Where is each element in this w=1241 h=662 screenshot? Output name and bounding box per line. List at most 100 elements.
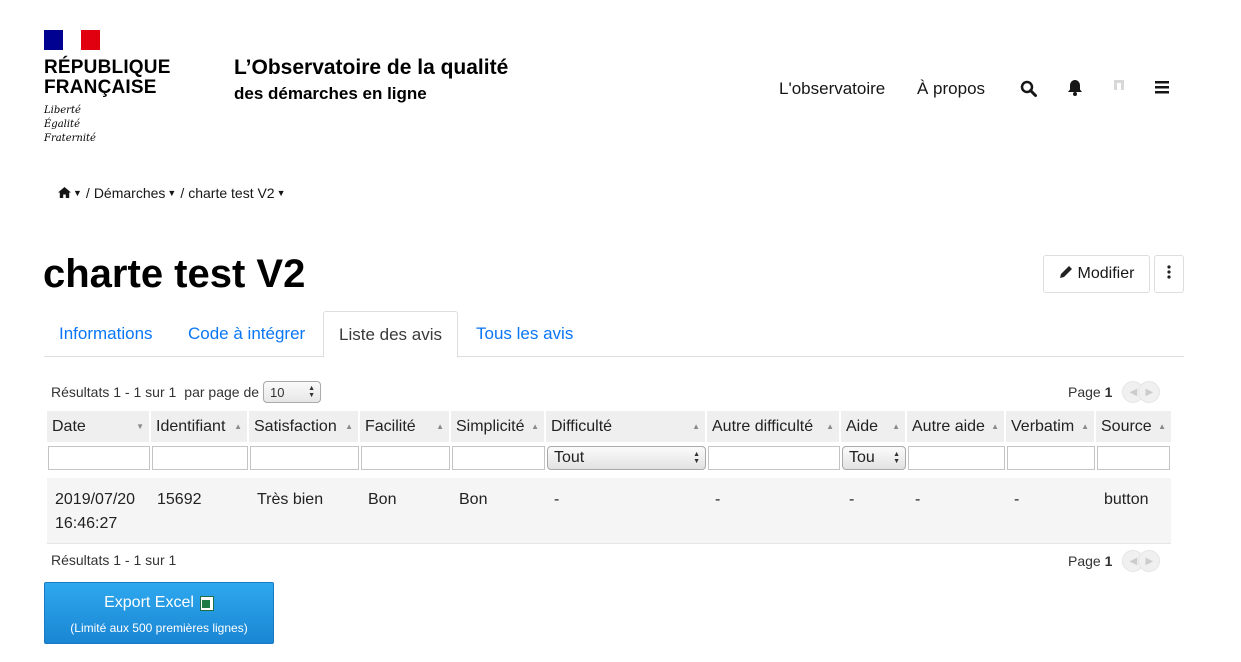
column-label: Satisfaction [254, 417, 337, 435]
sort-icon: ▲ [1158, 422, 1166, 431]
column-label: Autre aide [912, 417, 985, 435]
breadcrumb-current[interactable]: charte test V2 ▼ [188, 185, 285, 201]
breadcrumb-separator: / [180, 185, 185, 201]
search-icon[interactable] [1020, 80, 1038, 98]
sort-icon: ▲ [436, 422, 444, 431]
table-row[interactable]: 2019/07/20 16:46:27 15692 Très bien Bon … [47, 478, 1171, 544]
per-page-label: par page de [184, 384, 260, 400]
vertical-dots-icon [1167, 264, 1171, 284]
column-header-simplicite[interactable]: Simplicité ▲ [451, 411, 546, 442]
filter-autre-aide-input[interactable] [908, 446, 1005, 470]
filter-simplicite-input[interactable] [452, 446, 545, 470]
filter-row: Tout ▲ ▼ Tou ▲ ▼ [47, 442, 1171, 474]
tab-informations[interactable]: Informations [44, 311, 168, 357]
results-summary-bottom: Résultats 1 - 1 sur 1 [51, 552, 176, 568]
government-logo[interactable]: RÉPUBLIQUE FRANÇAISE Liberté Égalité Fra… [44, 30, 171, 146]
next-page-button[interactable]: ▶ [1138, 381, 1161, 403]
sort-icon: ▲ [892, 422, 900, 431]
pagination-top: Page 1 ◀ ▶ [1068, 381, 1161, 403]
tab-code-a-integrer[interactable]: Code à intégrer [173, 311, 320, 357]
sort-icon: ▼ [136, 422, 144, 431]
motto-egalite: Égalité [44, 119, 80, 130]
cell-facilite: Bon [368, 491, 397, 508]
modifier-button[interactable]: Modifier [1043, 255, 1150, 293]
tab-bar: Informations Code à intégrer Liste des a… [44, 311, 1184, 358]
table-header: Date ▼ Identifiant ▲ Satisfaction ▲ Facilit… [47, 411, 1171, 442]
excel-icon [199, 595, 214, 611]
column-header-identifiant[interactable]: Identifiant ▲ [151, 411, 249, 442]
column-header-difficulte[interactable]: Difficulté ▲ [546, 411, 707, 442]
nav-observatoire[interactable]: L'observatoire [779, 79, 885, 99]
sort-icon: ▲ [531, 422, 539, 431]
filter-date-input[interactable] [48, 446, 150, 470]
column-label: Verbatim [1011, 417, 1075, 435]
motto-liberte: Liberté [44, 105, 81, 116]
breadcrumb-demarches-label: Démarches [93, 185, 166, 201]
select-arrows-icon: ▲ ▼ [308, 385, 316, 399]
column-header-aide[interactable]: Aide ▲ [841, 411, 907, 442]
site-title-sub: des démarches en ligne [234, 84, 427, 103]
page-number: 1 [1104, 553, 1113, 569]
breadcrumb-demarches[interactable]: Démarches ▼ [94, 185, 177, 201]
caret-down-icon: ▼ [73, 188, 82, 198]
menu-icon[interactable] [1154, 79, 1172, 97]
column-header-satisfaction[interactable]: Satisfaction ▲ [249, 411, 360, 442]
cell-source: button [1104, 491, 1149, 508]
column-header-verbatim[interactable]: Verbatim ▲ [1006, 411, 1096, 442]
sort-icon: ▲ [991, 422, 999, 431]
column-label: Source [1101, 417, 1152, 435]
filter-difficulte-select[interactable]: Tout ▲ ▼ [547, 446, 706, 470]
breadcrumb: ▼ / Démarches ▼ / charte test V2 ▼ [58, 185, 286, 201]
export-label: Export Excel [104, 594, 194, 611]
motto-fraternite: Fraternité [44, 133, 96, 144]
flag-icon [44, 30, 101, 50]
next-page-button[interactable]: ▶ [1138, 550, 1161, 572]
column-label: Simplicité [456, 417, 525, 435]
column-label: Difficulté [551, 417, 613, 435]
filter-aide-select[interactable]: Tou ▲ ▼ [842, 446, 906, 470]
site-title-main: L’Observatoire de la qualité [234, 56, 509, 79]
sort-icon: ▲ [234, 422, 242, 431]
cell-identifiant: 15692 [157, 491, 202, 508]
filter-autre-difficulte-input[interactable] [708, 446, 840, 470]
column-header-autre-aide[interactable]: Autre aide ▲ [907, 411, 1006, 442]
per-page-select[interactable]: 10 ▲ ▼ [263, 381, 322, 403]
column-header-date[interactable]: Date ▼ [47, 411, 151, 442]
pencil-icon [1059, 265, 1073, 284]
bell-icon[interactable] [1067, 79, 1085, 97]
cell-simplicite: Bon [459, 491, 488, 508]
user-icon[interactable] [1112, 78, 1130, 96]
home-icon [58, 185, 71, 201]
filter-difficulte-value: Tout [554, 449, 585, 466]
column-header-source[interactable]: Source ▲ [1096, 411, 1171, 442]
filter-source-input[interactable] [1097, 446, 1170, 470]
filter-satisfaction-input[interactable] [250, 446, 359, 470]
nav-a-propos[interactable]: À propos [917, 79, 985, 99]
page-title: charte test V2 [43, 252, 306, 296]
per-page-value: 10 [270, 384, 285, 400]
republic-name-line2: FRANÇAISE [44, 77, 157, 98]
sort-icon: ▲ [1081, 422, 1089, 431]
sort-icon: ▲ [345, 422, 353, 431]
column-label: Facilité [365, 417, 416, 435]
select-arrows-icon: ▲ ▼ [693, 451, 700, 465]
filter-verbatim-input[interactable] [1007, 446, 1095, 470]
results-count-top: Résultats 1 - 1 sur 1 [51, 384, 177, 400]
filter-identifiant-input[interactable] [152, 446, 248, 470]
tab-tous-les-avis[interactable]: Tous les avis [461, 311, 588, 357]
reviews-table: Date ▼ Identifiant ▲ Satisfaction ▲ Facilit… [47, 411, 1171, 544]
sort-icon: ▲ [826, 422, 834, 431]
more-options-button[interactable] [1154, 255, 1184, 293]
page-label: Page [1068, 384, 1101, 400]
tab-liste-des-avis[interactable]: Liste des avis [323, 311, 458, 358]
filter-facilite-input[interactable] [361, 446, 450, 470]
cell-date-time: 16:46:27 [55, 515, 118, 532]
column-header-facilite[interactable]: Facilité ▲ [360, 411, 451, 442]
site-title[interactable]: L’Observatoire de la qualité des démarch… [234, 56, 508, 104]
results-count-bottom: Résultats 1 - 1 sur 1 [51, 552, 177, 568]
select-arrows-icon: ▲ ▼ [893, 451, 900, 465]
column-header-autre-difficulte[interactable]: Autre difficulté ▲ [707, 411, 841, 442]
column-label: Autre difficulté [712, 417, 814, 435]
breadcrumb-home[interactable]: ▼ [58, 185, 82, 201]
export-excel-button[interactable]: Export Excel (Limité aux 500 premières l… [44, 582, 274, 644]
